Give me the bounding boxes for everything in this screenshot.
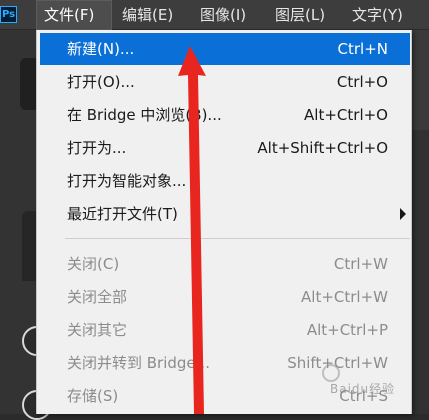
red-arrow-icon xyxy=(178,46,206,414)
watermark-text: Baidu经验 xyxy=(330,382,396,396)
